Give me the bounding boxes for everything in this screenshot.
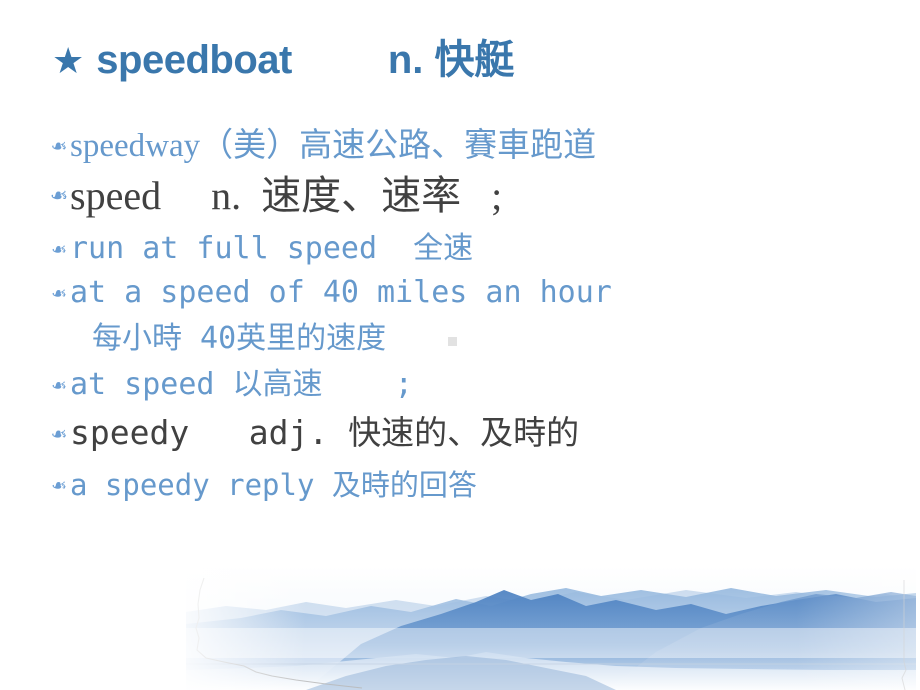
mountain-picture [186, 566, 916, 690]
gray-dot-artifact [448, 337, 457, 346]
list-item: ❧ speedway（美）高速公路、賽車跑道 [48, 126, 597, 166]
flourish-bullet-icon: ❧ [51, 475, 67, 497]
list-item: ❧ speed n. 速度、速率 ; [48, 171, 502, 223]
mountain-illustration [186, 566, 916, 690]
list-item-text: run at full speed 全速 [70, 231, 474, 266]
slide-canvas: ★ speedboat n. 快艇 ❧ speedway（美）高速公路、賽車跑道… [0, 0, 920, 690]
list-item-continuation: ❧ 每小時 40英里的速度 [48, 320, 386, 360]
flourish-bullet-icon: ❧ [51, 239, 67, 261]
list-item-text: speed n. 速度、速率 ; [70, 173, 503, 218]
flourish-bullet-icon: ❧ [50, 422, 68, 446]
star-icon: ★ [52, 41, 85, 82]
flourish-bullet-icon: ❧ [49, 184, 69, 209]
list-item-text: speedway（美）高速公路、賽車跑道 [70, 128, 597, 164]
flourish-bullet-icon: ❧ [51, 375, 67, 397]
list-item-text: a speedy reply 及時的回答 [70, 468, 477, 502]
page-title: ★ speedboat n. 快艇 [52, 36, 515, 86]
list-item: ❧ at speed 以高速 ; [48, 366, 413, 406]
list-item: ❧ run at full speed 全速 [48, 230, 473, 270]
title-part-of-speech: n. 快艇 [387, 38, 515, 82]
list-item: ❧ speedy adj. 快速的、及時的 [48, 412, 580, 456]
list-item: ❧ a speedy reply 及時的回答 [48, 466, 477, 506]
title-headword: speedboat [96, 38, 292, 82]
list-item: ❧ at a speed of 40 miles an hour [48, 274, 612, 314]
list-item-text: 每小時 40英里的速度 [92, 321, 387, 356]
flourish-bullet-icon: ❧ [50, 134, 68, 158]
list-item-text: at speed 以高速 ; [70, 367, 413, 402]
list-item-text: at a speed of 40 miles an hour [70, 275, 612, 310]
flourish-bullet-icon: ❧ [51, 283, 67, 305]
list-item-text: speedy adj. 快速的、及時的 [70, 413, 580, 452]
